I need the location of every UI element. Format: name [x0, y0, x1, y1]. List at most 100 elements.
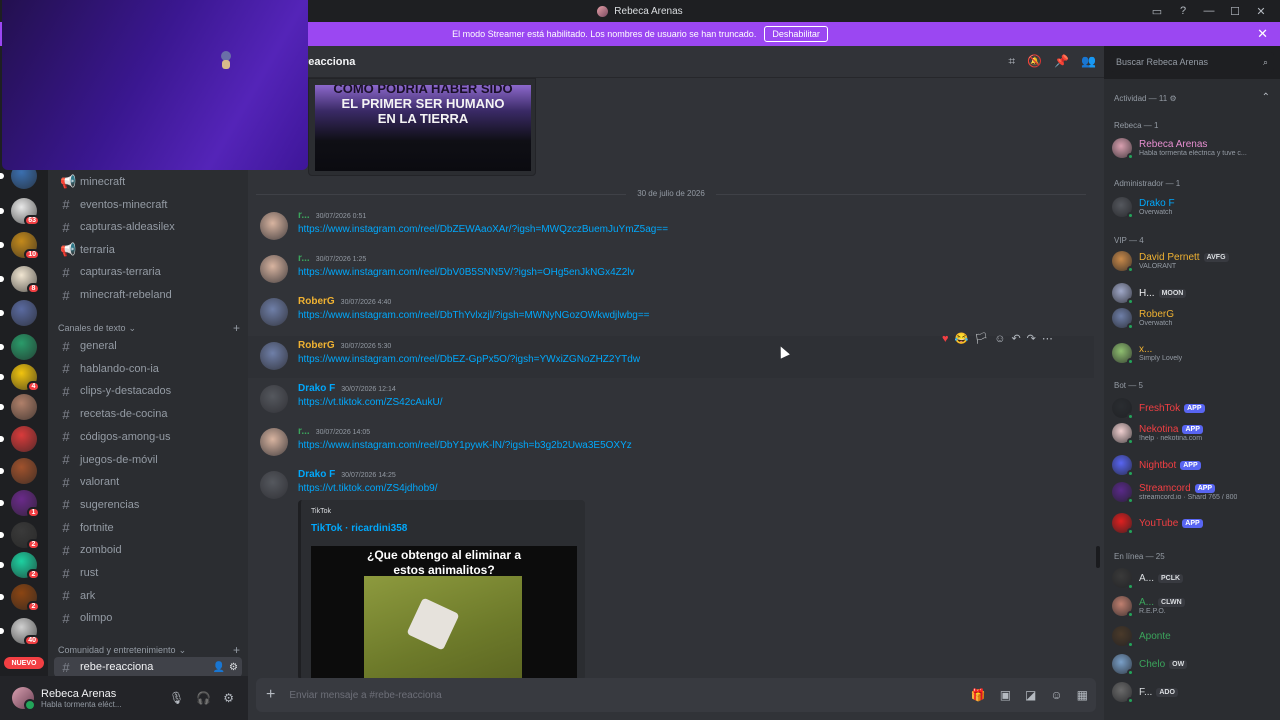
chat-message[interactable]: r... 30/07/2026 1:25 https://www.instagram…	[248, 249, 1094, 291]
member-item[interactable]: x... Simply Lovely	[1112, 341, 1278, 365]
channel-códigos-among-us[interactable]: # códigos-among-us	[54, 427, 242, 447]
apps-icon[interactable]: ▦	[1077, 688, 1088, 702]
server-icon[interactable]	[0, 426, 37, 452]
author-name[interactable]: Drako F	[298, 383, 335, 394]
emoji-icon[interactable]: ☺	[1050, 688, 1062, 702]
member-item[interactable]: Nightbot APP	[1112, 453, 1278, 477]
avatar[interactable]	[12, 687, 36, 711]
reply-icon[interactable]: ↶	[1011, 332, 1020, 345]
close-icon[interactable]: ✕	[1257, 26, 1268, 42]
pride-flag-reaction-icon[interactable]: 🏳	[974, 332, 988, 345]
message-input[interactable]: Enviar mensaje a #rebe-reacciona	[289, 690, 441, 701]
chat-message[interactable]: Drako F 30/07/2026 12:14 https://vt.tiktok…	[248, 379, 1094, 421]
member-item[interactable]: RoberG Overwatch	[1112, 306, 1278, 330]
message-link[interactable]: https://www.instagram.com/reel/DbY1pywK-…	[298, 440, 632, 451]
member-item[interactable]: H... MOON	[1112, 281, 1278, 305]
member-item[interactable]: Drako F Overwatch	[1112, 195, 1278, 219]
add-channel-icon[interactable]: +	[233, 321, 240, 335]
sticker-icon[interactable]: ◪	[1025, 688, 1036, 702]
server-icon[interactable]	[0, 300, 37, 326]
avatar[interactable]	[260, 342, 288, 370]
author-name[interactable]: r...	[298, 210, 310, 221]
channel-rust[interactable]: # rust	[54, 563, 242, 583]
avatar[interactable]	[260, 255, 288, 283]
server-icon[interactable]: 63	[0, 198, 40, 226]
category-text-channels[interactable]: Canales de texto ⌄ +	[58, 321, 240, 335]
embed-video[interactable]: ¿Que obtengo al eliminar a estos animali…	[311, 546, 577, 680]
author-name[interactable]: RoberG	[298, 296, 335, 307]
author-name[interactable]: r...	[298, 253, 310, 264]
category-community[interactable]: Comunidad y entretenimiento ⌄ +	[58, 643, 240, 657]
author-name[interactable]: RoberG	[298, 340, 335, 351]
message-link[interactable]: https://vt.tiktok.com/ZS4jdhob9/	[298, 483, 438, 494]
chat-scrollbar[interactable]	[1096, 546, 1100, 568]
member-item[interactable]: FreshTok APP	[1112, 396, 1278, 420]
pin-icon[interactable]: 📌	[1054, 54, 1069, 69]
message-link[interactable]: https://www.instagram.com/reel/DbEZ-GpPx…	[298, 354, 640, 365]
member-item[interactable]: David Pernett AVFG VALORANT	[1112, 249, 1278, 273]
maximize-button[interactable]: ☐	[1224, 2, 1246, 20]
avatar[interactable]	[260, 471, 288, 499]
channel-minecraft[interactable]: 📢 minecraft	[54, 172, 242, 192]
more-options-icon[interactable]: ⋯	[1042, 332, 1053, 345]
settings-gear-icon[interactable]: ⚙	[223, 691, 234, 705]
threads-icon[interactable]: ⌗	[1008, 54, 1015, 69]
server-icon[interactable]: 4	[0, 364, 40, 392]
member-item[interactable]: Aponte	[1112, 624, 1278, 648]
invite-icon[interactable]: 👤	[213, 662, 225, 673]
member-item[interactable]: Chelo OW	[1112, 652, 1278, 676]
user-info[interactable]: Rebeca Arenas Habla tormenta eléct...	[41, 688, 121, 709]
notification-bell-icon[interactable]: 🔕	[1027, 54, 1042, 69]
channel-recetas-de-cocina[interactable]: # recetas-de-cocina	[54, 404, 242, 424]
channel-minecraft-rebeland[interactable]: # minecraft-rebeland	[54, 285, 242, 305]
channel-sugerencias[interactable]: # sugerencias	[54, 495, 242, 515]
server-icon[interactable]	[0, 458, 37, 484]
member-item[interactable]: A... CLWN R.E.P.O.	[1112, 594, 1278, 618]
avatar[interactable]	[260, 428, 288, 456]
laugh-reaction-icon[interactable]: 😂	[955, 332, 969, 345]
search-input[interactable]: Buscar Rebeca Arenas ⌕	[1110, 52, 1274, 72]
message-link[interactable]: https://www.instagram.com/reel/DbV0B5SNN…	[298, 267, 635, 278]
settings-gear-icon[interactable]: ⚙	[1169, 94, 1176, 103]
add-channel-icon[interactable]: +	[233, 643, 240, 657]
minimize-button[interactable]: —	[1198, 2, 1220, 20]
chat-message[interactable]: r... 30/07/2026 14:05 https://www.instagra…	[248, 422, 1094, 464]
gift-icon[interactable]: 🎁	[971, 688, 986, 702]
channel-rebe-reacciona[interactable]: # rebe-reacciona 👤 ⚙	[54, 657, 242, 677]
channel-eventos-minecraft[interactable]: # eventos-minecraft	[54, 195, 242, 215]
chevron-up-icon[interactable]: ⌃	[1262, 92, 1270, 103]
channel-olimpo[interactable]: # olimpo	[54, 608, 242, 628]
disable-streamer-button[interactable]: Deshabilitar	[764, 26, 828, 42]
channel-capturas-aldeasilex[interactable]: # capturas-aldeasilex	[54, 217, 242, 237]
author-name[interactable]: Drako F	[298, 469, 335, 480]
channel-hablando-con-ia[interactable]: # hablando-con-ia	[54, 359, 242, 379]
server-icon[interactable]	[0, 394, 37, 420]
chat-message[interactable]: r... 30/07/2026 0:51 https://www.instagram…	[248, 206, 1094, 248]
video-preview-embed[interactable]: COMO PODRÍA HABER SIDO EL PRIMER SER HUM…	[308, 78, 536, 176]
help-icon[interactable]: ?	[1172, 2, 1194, 20]
embed-title[interactable]: TikTok · ricardini358	[311, 523, 575, 534]
close-window-button[interactable]: ✕	[1250, 2, 1272, 20]
message-link[interactable]: https://www.instagram.com/reel/DbZEWAaoX…	[298, 224, 668, 235]
channel-capturas-terraria[interactable]: # capturas-terraria	[54, 262, 242, 282]
server-icon[interactable]: 8	[0, 266, 40, 294]
gif-icon[interactable]: ▣	[1000, 688, 1011, 702]
microphone-icon[interactable]: 🎙	[169, 691, 184, 705]
inbox-icon[interactable]: ▭	[1146, 2, 1168, 20]
member-list-icon[interactable]: 👥	[1081, 54, 1096, 69]
author-name[interactable]: r...	[298, 426, 310, 437]
attach-plus-icon[interactable]: +	[266, 686, 275, 704]
headphones-icon[interactable]: 🎧	[196, 691, 211, 705]
member-item[interactable]: A... PCLK	[1112, 566, 1278, 590]
member-item[interactable]: Streamcord APP streamcord.io · Shard 765 /…	[1112, 480, 1278, 504]
activity-header[interactable]: Actividad — 11 ⚙	[1114, 94, 1177, 103]
avatar[interactable]	[260, 298, 288, 326]
server-icon[interactable]	[0, 334, 37, 360]
server-icon[interactable]: 40	[0, 618, 40, 646]
add-reaction-icon[interactable]: ☺	[994, 333, 1005, 345]
channel-general[interactable]: # general	[54, 336, 242, 356]
member-item[interactable]: Rebeca Arenas Habla tormenta eléctrica y …	[1112, 136, 1278, 160]
message-link[interactable]: https://www.instagram.com/reel/DbThYvlxz…	[298, 310, 650, 321]
server-icon[interactable]: 1	[0, 490, 40, 518]
server-icon[interactable]: 2	[0, 552, 40, 580]
